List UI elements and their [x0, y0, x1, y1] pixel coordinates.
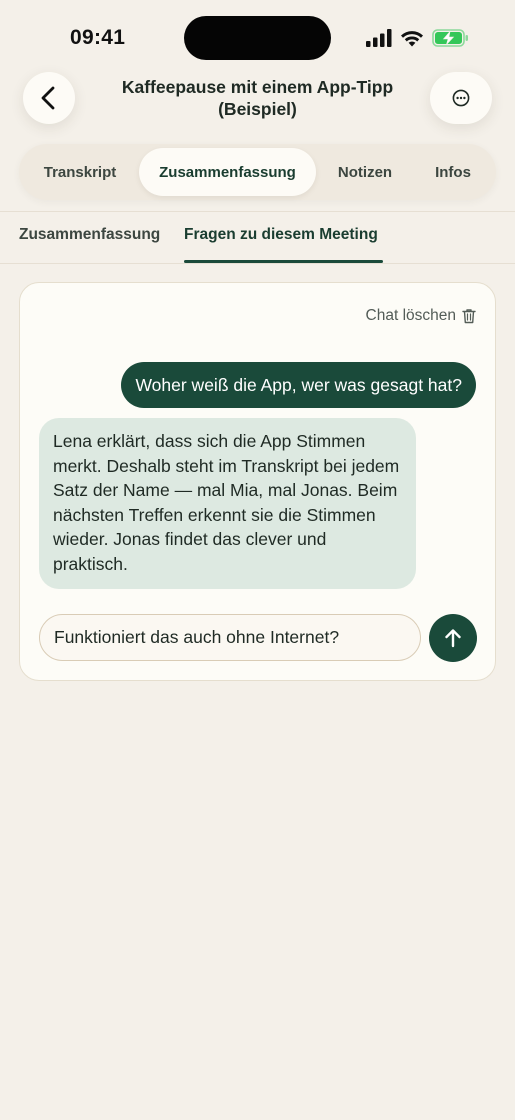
tab-notizen[interactable]: Notizen — [320, 148, 410, 196]
trash-icon — [462, 309, 476, 324]
main-tab-bar: Transkript Zusammenfassung Notizen Infos — [19, 144, 496, 200]
subtab-fragen[interactable]: Fragen zu diesem Meeting — [184, 226, 378, 244]
divider — [0, 263, 515, 264]
status-time: 09:41 — [70, 26, 126, 49]
tab-infos[interactable]: Infos — [414, 148, 492, 196]
tab-transkript[interactable]: Transkript — [25, 148, 135, 196]
send-button[interactable] — [429, 614, 477, 662]
page-title: Kaffeepause mit einem App-Tipp (Beispiel… — [121, 77, 394, 119]
battery-charging-icon — [432, 29, 468, 47]
user-message-bubble: Woher weiß die App, wer was gesagt hat? — [121, 362, 476, 408]
tab-zusammenfassung[interactable]: Zusammenfassung — [139, 148, 316, 196]
subtab-zusammenfassung[interactable]: Zusammenfassung — [19, 226, 160, 244]
screen: 09:41 Kaffeepause mit einem App-Tipp (Be… — [0, 0, 515, 1120]
cellular-signal-icon — [366, 29, 392, 47]
ellipsis-circle-icon — [452, 89, 470, 107]
chevron-left-icon — [41, 86, 55, 110]
header: Kaffeepause mit einem App-Tipp (Beispiel… — [0, 72, 515, 132]
status-icons — [366, 26, 469, 50]
dynamic-island — [184, 16, 331, 60]
more-options-button[interactable] — [430, 72, 492, 124]
status-bar: 09:41 — [0, 0, 515, 72]
assistant-message-bubble: Lena erklärt, dass sich die App Stimmen … — [39, 418, 416, 589]
clear-chat-label: Chat löschen — [365, 307, 456, 324]
wifi-icon — [401, 31, 423, 47]
chat-input[interactable] — [39, 614, 421, 661]
clear-chat-button[interactable]: Chat löschen — [366, 307, 476, 325]
divider — [0, 211, 515, 212]
arrow-up-icon — [445, 629, 461, 648]
chat-card: Chat löschen Woher weiß die App, wer was… — [19, 282, 496, 681]
back-button[interactable] — [23, 72, 75, 124]
